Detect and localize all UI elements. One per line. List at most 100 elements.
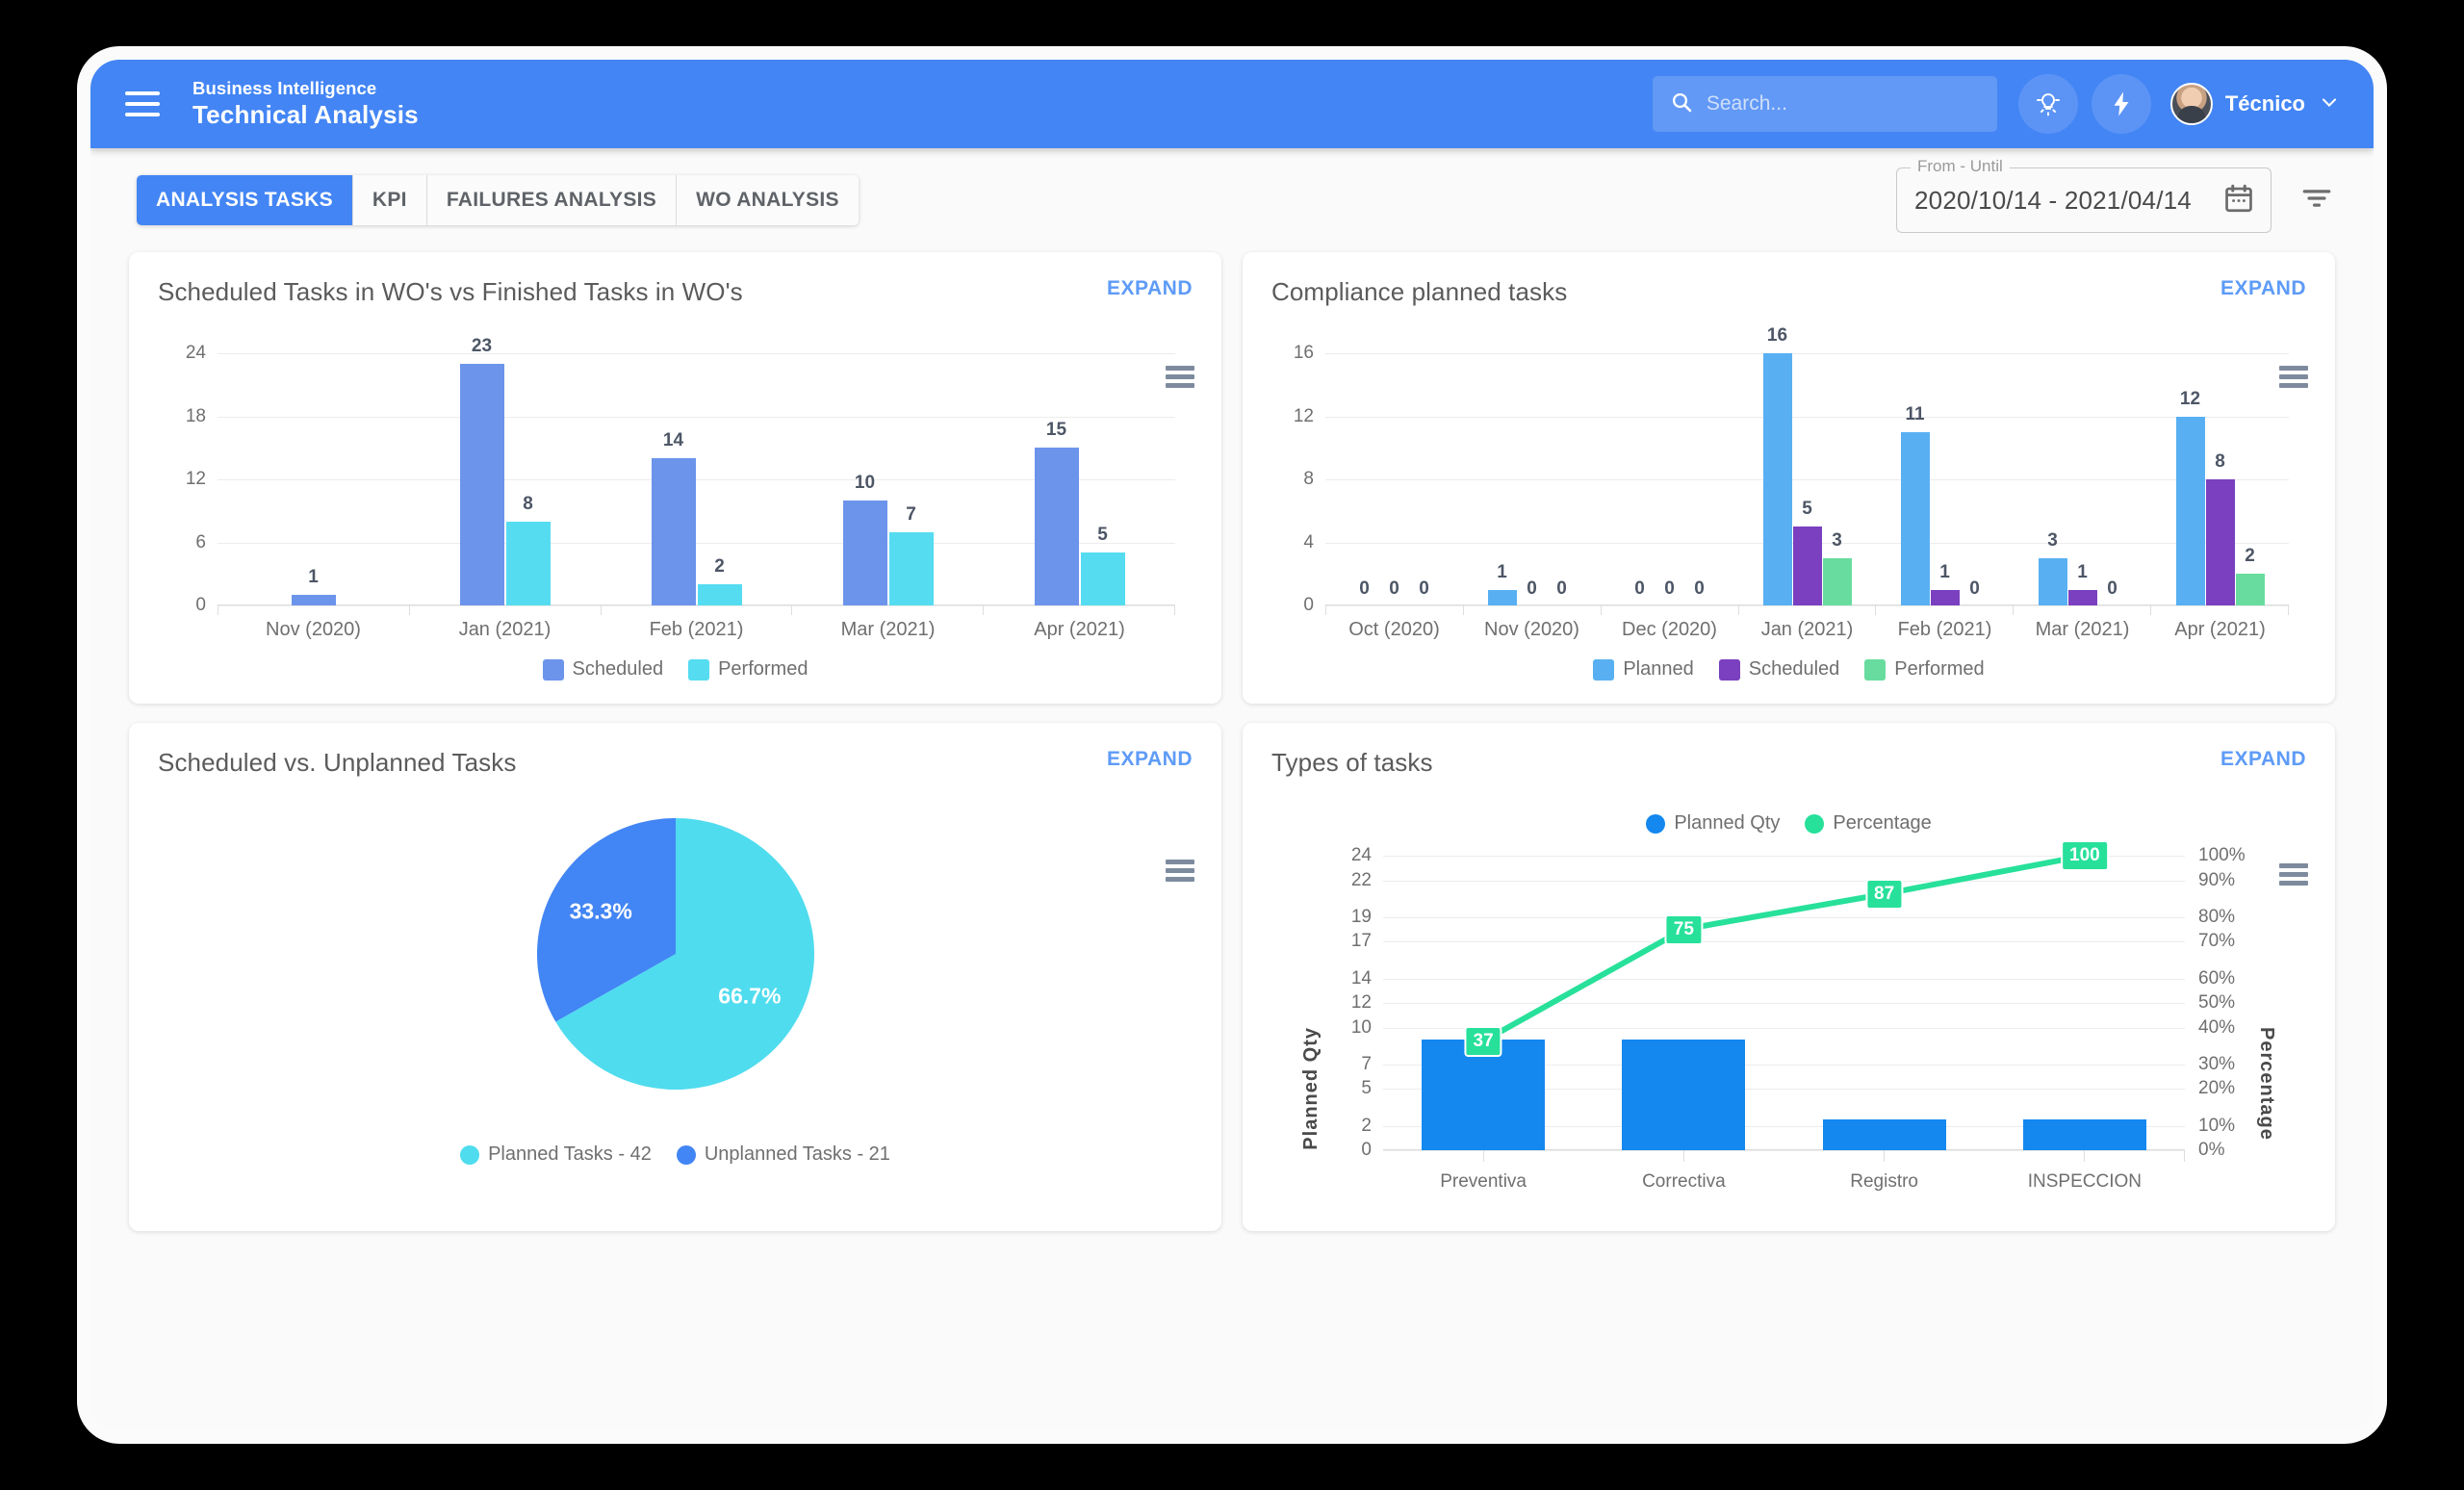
date-range-value: 2020/10/14 - 2021/04/14 [1914,185,2192,215]
bar[interactable]: 3 [1822,530,1852,605]
card-title: Scheduled Tasks in WO's vs Finished Task… [158,277,743,306]
tab-wo-analysis[interactable]: WO ANALYSIS [677,175,859,225]
card-scheduled-vs-unplanned: Scheduled vs. Unplanned Tasks EXPAND 66.… [129,723,1221,1231]
legend-item[interactable]: Performed [688,658,808,681]
bar[interactable]: 15 [1034,420,1079,605]
bar[interactable]: 5 [1080,525,1125,605]
lightning-bolt-icon[interactable] [2091,74,2151,134]
chart-context-menu-icon[interactable] [1166,860,1194,882]
bar[interactable]: 10 [842,473,887,605]
bar-value-label: 1 [2077,561,2088,582]
y-axis-tick: 5 [1361,1078,1372,1099]
bar[interactable]: 8 [505,494,551,605]
legend-item[interactable]: Planned Qty [1646,812,1780,835]
y-axis-tick: 24 [185,343,206,363]
y-axis-tick: 12 [1293,405,1314,426]
bar[interactable]: 14 [651,430,696,605]
calendar-icon[interactable] [2222,182,2255,219]
user-menu[interactable]: Técnico [2165,83,2341,125]
brand-block: Business Intelligence Technical Analysis [192,78,419,129]
tab-analysis-tasks[interactable]: ANALYSIS TASKS [137,175,353,225]
chart-legend: Planned Qty Percentage [1271,812,2306,835]
line-point-label[interactable]: 37 [1464,1025,1502,1057]
bar[interactable]: 5 [1792,499,1822,605]
filter-toolbar: ANALYSIS TASKS KPI FAILURES ANALYSIS WO … [90,148,2374,252]
legend-item[interactable]: Planned Tasks - 42 [460,1143,652,1166]
legend-item[interactable]: Scheduled [1718,658,1839,681]
y2-axis-tick: 10% [2198,1115,2236,1136]
tab-failures-analysis[interactable]: FAILURES ANALYSIS [426,175,678,225]
bar[interactable]: 1 [2067,562,2097,605]
bar[interactable]: 23 [459,336,504,605]
legend-swatch [460,1144,480,1165]
bar-value-label: 1 [1939,561,1950,582]
line-point-label[interactable]: 75 [1664,913,1703,945]
avatar [2169,83,2213,125]
bar-series: 0 0 0 1 0 0 0 0 0 16 5 3 11 1 0 3 1 0 12 8 2 [1325,325,2289,605]
legend-swatch [542,658,564,681]
card-types-of-tasks: Types of tasks EXPAND Planned Qty Percent… [1243,723,2335,1231]
legend-swatch [1646,813,1666,834]
bar[interactable]: 2 [697,556,742,605]
card-scheduled-vs-finished: Scheduled Tasks in WO's vs Finished Task… [129,252,1221,704]
bar-value-label: 0 [1389,578,1399,599]
bar-value-label: 1 [308,567,319,588]
bar-value-label: 15 [1045,420,1067,441]
bar-group: 14 2 [601,353,792,605]
page-title: Technical Analysis [192,99,419,129]
pie-chart: 66.7% 33.3% Planned Tasks - 42 Unplanned T… [158,778,1193,1166]
y-axis-tick: 17 [1350,931,1372,952]
card-title: Scheduled vs. Unplanned Tasks [158,748,517,777]
y-axis-title: Planned Qty [1300,1027,1322,1150]
bar-value-label: 2 [2245,546,2255,567]
bar[interactable]: 7 [888,504,934,605]
bar[interactable]: 12 [2175,389,2205,605]
pie-graphic: 66.7% 33.3% [536,818,814,1090]
bar[interactable]: 1 [1930,562,1960,605]
bar[interactable]: 1 [291,567,336,605]
lightbulb-icon[interactable] [2017,74,2078,134]
date-range-input[interactable]: From - Until 2020/10/14 - 2021/04/14 [1896,157,2272,233]
legend-swatch [1593,658,1615,681]
expand-button[interactable]: EXPAND [1107,748,1193,771]
y2-axis-tick: 90% [2198,869,2236,890]
expand-button[interactable]: EXPAND [2220,748,2306,771]
legend-swatch [1718,658,1740,681]
y-axis-tick: 4 [1303,531,1314,552]
legend-item[interactable]: Scheduled [542,658,663,681]
legend-item[interactable]: Percentage [1805,812,1932,835]
pie-slice-label: 66.7% [718,983,782,1009]
bar-value-label: 0 [1419,578,1429,599]
y2-axis-tick: 40% [2198,1016,2236,1038]
line-point-label[interactable]: 87 [1865,878,1904,910]
filter-icon[interactable] [2298,180,2335,221]
bar[interactable]: 11 [1900,404,1930,605]
bar[interactable]: 3 [2038,530,2067,605]
axis-ticks [1383,1150,2185,1162]
expand-button[interactable]: EXPAND [1107,277,1193,300]
legend-item[interactable]: Planned [1593,658,1694,681]
y-axis-tick: 19 [1350,906,1372,927]
bar-value-label: 23 [471,335,493,356]
bar[interactable]: 1 [1487,562,1517,605]
legend-item[interactable]: Performed [1864,658,1985,681]
card-header: Scheduled Tasks in WO's vs Finished Task… [158,277,1193,307]
dashboard-grid: Scheduled Tasks in WO's vs Finished Task… [90,252,2374,1270]
y-axis-tick: 0 [1361,1140,1372,1160]
chart-legend: Scheduled Performed [158,658,1193,681]
line-point-label[interactable]: 100 [2061,840,2109,871]
bar[interactable]: 16 [1762,325,1792,605]
bar-value-label: 0 [1556,578,1567,599]
hamburger-icon[interactable] [125,91,160,116]
bar-value-label: 0 [1359,578,1370,599]
card-title: Types of tasks [1271,748,1433,777]
bar[interactable]: 2 [2235,546,2265,605]
legend-item[interactable]: Unplanned Tasks - 21 [676,1143,890,1166]
bar[interactable]: 8 [2205,451,2235,605]
expand-button[interactable]: EXPAND [2220,277,2306,300]
y2-axis-tick: 20% [2198,1078,2236,1099]
tab-kpi[interactable]: KPI [352,175,427,225]
axis-ticks [1325,605,2290,615]
search-input[interactable]: Search... [1652,76,1997,132]
bar-value-label: 16 [1766,325,1788,346]
